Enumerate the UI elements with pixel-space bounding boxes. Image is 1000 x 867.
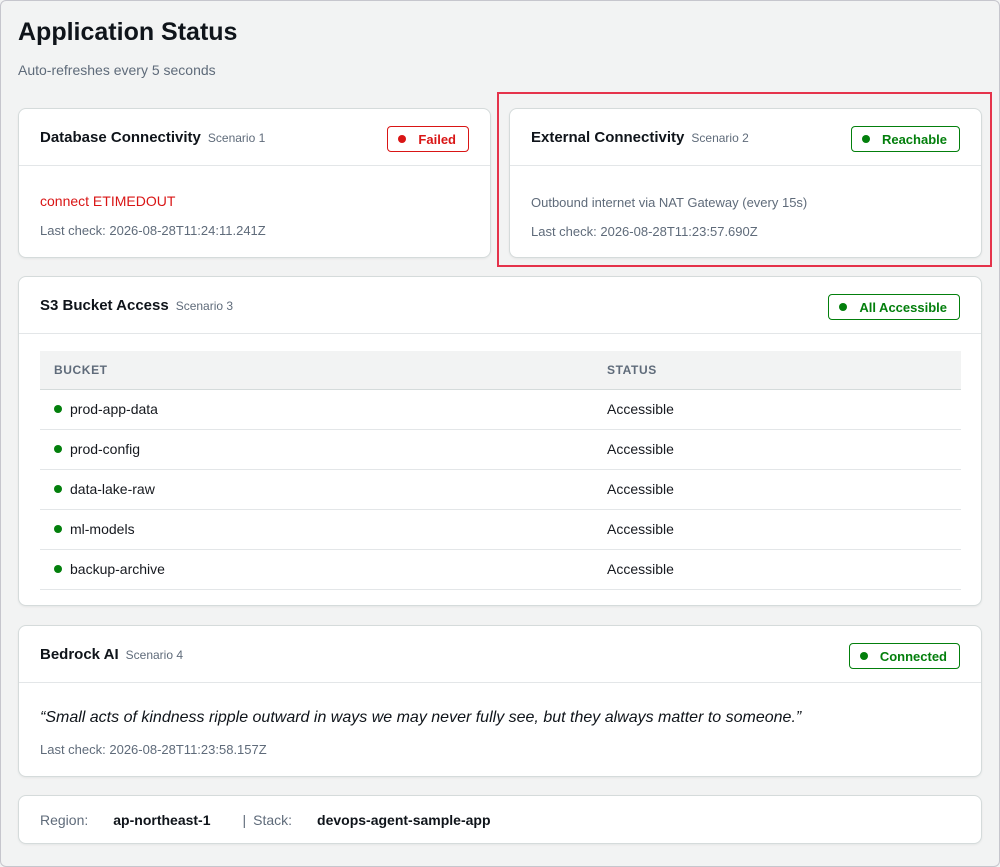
status-cell: Accessible [607, 389, 961, 430]
status-dot-icon [859, 652, 868, 660]
bucket-cell: data-lake-raw [40, 469, 607, 510]
card-header: Database Connectivity Scenario 1 Failed [19, 109, 490, 166]
bucket-cell: prod-config [40, 429, 607, 470]
bucket-name: prod-config [70, 441, 141, 457]
status-cell: Accessible [607, 509, 961, 550]
badge-label: Reachable [881, 131, 947, 147]
status-badge-failed: Failed [387, 126, 469, 152]
status-dot-icon [839, 303, 848, 311]
database-connectivity-card: Database Connectivity Scenario 1 Failed … [18, 108, 491, 258]
badge-label: Failed [418, 131, 456, 147]
stack-value: devops-agent-sample-app [317, 812, 491, 828]
scenario-label: Scenario 1 [207, 131, 266, 145]
scenario-label: Scenario 4 [125, 648, 184, 662]
card-header: S3 Bucket Access Scenario 3 All Accessib… [19, 277, 981, 334]
bucket-cell: ml-models [40, 509, 607, 550]
column-header-bucket: BUCKET [40, 351, 607, 390]
status-badge-reachable: Reachable [850, 126, 960, 152]
table-row: data-lake-raw Accessible [40, 469, 961, 510]
status-dot-icon [54, 565, 62, 573]
bucket-cell: backup-archive [40, 549, 607, 590]
bedrock-ai-card: Bedrock AI Scenario 4 Connected “Small a… [18, 625, 982, 777]
card-title: External Connectivity [531, 128, 685, 146]
table-row: prod-config Accessible [40, 429, 961, 470]
description: Outbound internet via NAT Gateway (every… [531, 195, 808, 210]
badge-label: Connected [879, 648, 947, 664]
scenario-label: Scenario 3 [175, 299, 234, 313]
external-connectivity-card: External Connectivity Scenario 2 Reachab… [509, 108, 982, 258]
status-dot-icon [861, 135, 870, 143]
status-cell: Accessible [607, 429, 961, 470]
bucket-name: backup-archive [70, 561, 165, 577]
last-check: Last check: 2026-08-28T11:23:58.157Z [40, 742, 267, 757]
status-dot-icon [54, 525, 62, 533]
table-row: backup-archive Accessible [40, 549, 961, 590]
status-cell: Accessible [607, 469, 961, 510]
card-header: External Connectivity Scenario 2 Reachab… [510, 109, 981, 166]
bucket-cell: prod-app-data [40, 389, 607, 430]
card-title: S3 Bucket Access [40, 296, 169, 314]
stack-label: Stack: [253, 812, 293, 828]
status-badge-connected: Connected [848, 643, 960, 669]
status-dot-icon [54, 405, 62, 413]
card-header: Bedrock AI Scenario 4 Connected [19, 626, 981, 683]
bucket-table: BUCKET STATUS prod-app-data Accessible p… [40, 351, 961, 590]
s3-bucket-access-card: S3 Bucket Access Scenario 3 All Accessib… [18, 276, 982, 606]
status-cell: Accessible [607, 549, 961, 590]
error-message: connect ETIMEDOUT [40, 193, 176, 209]
table-header-row: BUCKET STATUS [40, 351, 961, 390]
table-row: prod-app-data Accessible [40, 389, 961, 430]
status-dot-icon [54, 485, 62, 493]
bucket-name: ml-models [70, 521, 135, 537]
status-dot-icon [54, 445, 62, 453]
separator: | [242, 812, 247, 828]
card-title: Bedrock AI [40, 645, 119, 663]
last-check: Last check: 2026-08-28T11:24:11.241Z [40, 223, 266, 238]
region-label: Region: [40, 812, 89, 828]
status-badge-all-accessible: All Accessible [828, 294, 960, 320]
badge-label: All Accessible [859, 299, 947, 315]
ai-response-quote: “Small acts of kindness ripple outward i… [40, 709, 802, 726]
table-row: ml-models Accessible [40, 509, 961, 550]
region-value: ap-northeast-1 [113, 812, 211, 828]
environment-info: Region: ap-northeast-1 | Stack: devops-a… [40, 796, 491, 844]
bucket-name: data-lake-raw [70, 481, 155, 497]
environment-footer-card: Region: ap-northeast-1 | Stack: devops-a… [18, 795, 982, 844]
page-subtitle: Auto-refreshes every 5 seconds [18, 62, 216, 78]
column-header-status: STATUS [607, 351, 961, 390]
card-title: Database Connectivity [40, 128, 201, 146]
status-dot-icon [398, 135, 407, 143]
last-check: Last check: 2026-08-28T11:23:57.690Z [531, 224, 758, 239]
page-title: Application Status [18, 18, 238, 46]
scenario-label: Scenario 2 [691, 131, 749, 145]
bucket-name: prod-app-data [70, 401, 158, 417]
